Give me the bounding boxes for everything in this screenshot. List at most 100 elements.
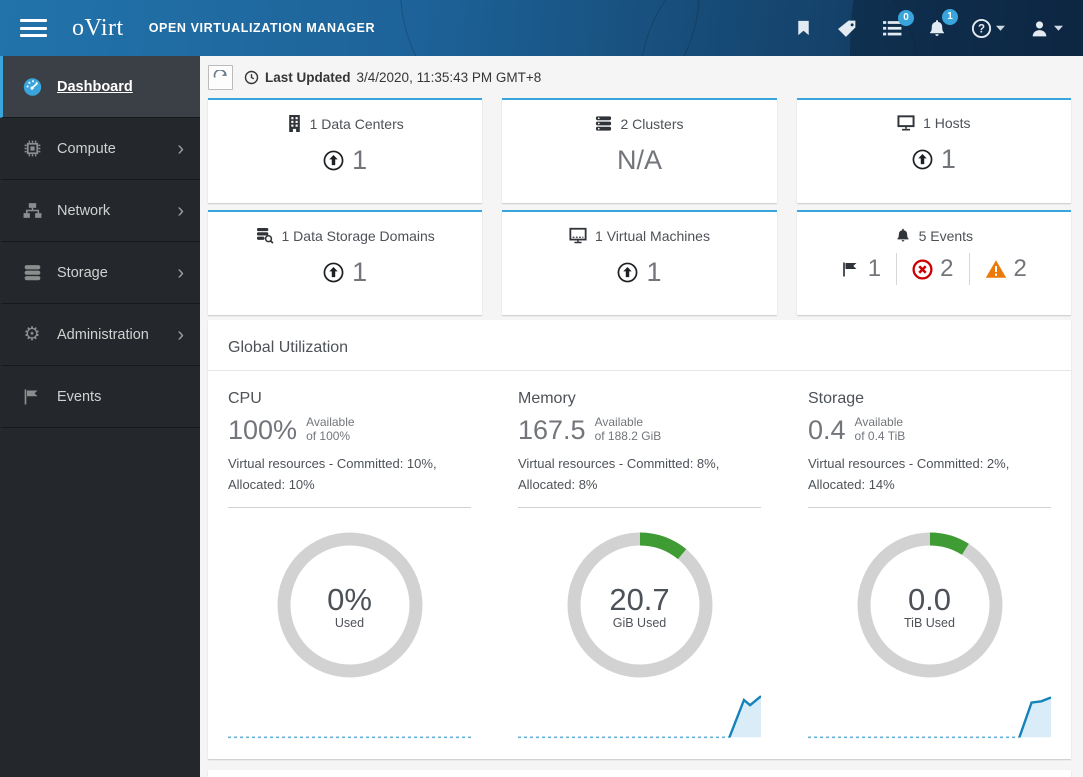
last-updated-timestamp: 3/4/2020, 11:35:43 PM GMT+8 bbox=[356, 69, 542, 85]
sidebar-item-storage[interactable]: Storage › bbox=[0, 242, 200, 304]
utilization-column-memory: Memory 167.5 Available of 188.2 GiB Virt… bbox=[518, 390, 761, 745]
storage-icon bbox=[20, 262, 44, 283]
virtual-resources-text: Virtual resources - Committed: 10%, Allo… bbox=[228, 455, 437, 493]
chevron-right-icon: › bbox=[177, 137, 184, 160]
virtual-machine-icon bbox=[569, 227, 587, 244]
memory-donut-chart[interactable]: 20.7 GiB Used bbox=[564, 529, 716, 686]
alerts-count[interactable]: 1 bbox=[826, 253, 896, 285]
last-updated-label: Last Updated bbox=[265, 69, 351, 85]
card-title-link[interactable]: 1 Data Storage Domains bbox=[208, 227, 482, 244]
donut-value: 0% bbox=[327, 582, 372, 618]
memory-sparkline-chart[interactable] bbox=[518, 691, 761, 745]
sidebar-item-network[interactable]: Network › bbox=[0, 180, 200, 242]
refresh-button[interactable] bbox=[208, 64, 233, 90]
sidebar-item-events[interactable]: Events bbox=[0, 366, 200, 428]
column-title: Memory bbox=[518, 390, 576, 407]
sidebar: Dashboard Compute › Network › Storage › … bbox=[0, 56, 200, 777]
available-value: 167.5 bbox=[518, 414, 586, 445]
available-value: 100% bbox=[228, 414, 298, 445]
sidebar-item-label: Administration bbox=[57, 326, 149, 343]
arrow-up-circle-icon bbox=[912, 149, 933, 170]
global-utilization-title: Global Utilization bbox=[208, 320, 1071, 371]
virtual-resources-text: Virtual resources - Committed: 8%, Alloc… bbox=[518, 455, 720, 493]
donut-value: 20.7 bbox=[609, 582, 670, 618]
card-status-count[interactable]: 1 bbox=[208, 257, 482, 288]
sidebar-item-compute[interactable]: Compute › bbox=[0, 118, 200, 180]
available-detail: Available of 100% bbox=[306, 415, 355, 444]
chevron-right-icon: › bbox=[177, 323, 184, 346]
card-data-centers: 1 Data Centers 1 bbox=[208, 98, 483, 203]
arrow-up-circle-icon bbox=[323, 150, 344, 171]
card-status-count[interactable]: 1 bbox=[797, 144, 1071, 175]
card-hosts: 1 Hosts 1 bbox=[796, 98, 1071, 203]
column-title: CPU bbox=[228, 390, 262, 407]
error-circle-icon bbox=[912, 258, 933, 280]
tasks-icon[interactable]: 0 bbox=[882, 9, 914, 38]
notifications-bell-icon[interactable]: 1 bbox=[927, 8, 958, 39]
sidebar-item-dashboard[interactable]: Dashboard bbox=[0, 56, 200, 118]
next-card-top-edge bbox=[208, 769, 1071, 777]
masthead: oVirt OPEN VIRTUALIZATION MANAGER 0 1 ? bbox=[0, 0, 1083, 56]
donut-label: TiB Used bbox=[904, 616, 955, 631]
card-clusters: 2 Clusters N/A bbox=[502, 98, 777, 203]
card-status-count[interactable]: 1 bbox=[502, 257, 776, 288]
flag-icon bbox=[20, 387, 44, 407]
donut-label: GiB Used bbox=[612, 616, 667, 631]
monitor-icon bbox=[897, 115, 915, 131]
card-virtual-machines: 1 Virtual Machines 1 bbox=[502, 210, 777, 315]
card-title-link[interactable]: 5 Events bbox=[797, 227, 1071, 244]
warnings-count[interactable]: 2 bbox=[968, 253, 1042, 285]
chevron-down-icon bbox=[996, 25, 1005, 31]
sidebar-item-label: Storage bbox=[57, 264, 108, 281]
cpu-donut-chart[interactable]: 0% Used bbox=[274, 529, 426, 686]
ovirt-logo[interactable]: oVirt bbox=[72, 15, 124, 42]
cpu-sparkline-chart[interactable] bbox=[228, 691, 471, 745]
available-detail: Available of 188.2 GiB bbox=[594, 415, 662, 444]
card-title-link[interactable]: 2 Clusters bbox=[502, 115, 776, 132]
masthead-decoration bbox=[400, 0, 700, 56]
divider bbox=[518, 506, 761, 508]
divider bbox=[808, 506, 1051, 508]
storage-sparkline-chart[interactable] bbox=[808, 691, 1051, 745]
donut-value: 0.0 bbox=[907, 582, 952, 618]
card-status-count[interactable]: 1 bbox=[208, 145, 482, 176]
card-storage-domains: 1 Data Storage Domains 1 bbox=[208, 210, 483, 315]
help-menu[interactable]: ? bbox=[971, 18, 1005, 39]
inventory-cards: 1 Data Centers 1 2 Clusters N/A 1 Hosts … bbox=[208, 98, 1071, 315]
bell-icon bbox=[896, 228, 909, 242]
tag-icon[interactable] bbox=[837, 18, 858, 39]
arrow-up-circle-icon bbox=[618, 262, 638, 283]
card-title-link[interactable]: 1 Hosts bbox=[797, 115, 1071, 131]
warning-triangle-icon bbox=[985, 260, 1006, 278]
donut-label: Used bbox=[334, 616, 365, 631]
chevron-down-icon bbox=[1054, 25, 1063, 31]
card-title-link[interactable]: 1 Virtual Machines bbox=[502, 227, 776, 244]
storage-donut-chart[interactable]: 0.0 TiB Used bbox=[854, 529, 1006, 686]
chevron-right-icon: › bbox=[177, 261, 184, 284]
card-status-count[interactable]: N/A bbox=[502, 145, 776, 176]
menu-toggle-icon[interactable] bbox=[20, 15, 47, 42]
notifications-badge: 1 bbox=[942, 8, 958, 25]
user-menu[interactable] bbox=[1029, 18, 1063, 39]
tasks-badge: 0 bbox=[898, 9, 914, 26]
network-icon bbox=[20, 200, 44, 221]
column-title: Storage bbox=[808, 390, 865, 407]
chevron-right-icon: › bbox=[177, 199, 184, 222]
dashboard-content: Last Updated 3/4/2020, 11:35:43 PM GMT+8… bbox=[200, 56, 1083, 777]
clusters-icon bbox=[596, 116, 612, 131]
product-title: OPEN VIRTUALIZATION MANAGER bbox=[148, 21, 376, 35]
dashboard-icon bbox=[20, 76, 44, 97]
card-title-link[interactable]: 1 Data Centers bbox=[208, 115, 482, 132]
clock-icon bbox=[244, 70, 259, 84]
refresh-bar: Last Updated 3/4/2020, 11:35:43 PM GMT+8 bbox=[208, 56, 1071, 98]
bookmark-icon[interactable] bbox=[794, 18, 813, 38]
utilization-column-cpu: CPU 100% Available of 100% Virtual resou… bbox=[228, 390, 471, 745]
sidebar-item-administration[interactable]: ⚙ Administration › bbox=[0, 304, 200, 366]
available-detail: Available of 0.4 TiB bbox=[854, 415, 906, 444]
errors-count[interactable]: 2 bbox=[896, 253, 968, 285]
divider bbox=[228, 506, 471, 508]
virtual-resources-text: Virtual resources - Committed: 2%, Alloc… bbox=[808, 455, 1010, 493]
building-icon bbox=[288, 115, 300, 132]
storage-domain-icon bbox=[256, 227, 274, 244]
arrow-up-circle-icon bbox=[323, 262, 344, 283]
